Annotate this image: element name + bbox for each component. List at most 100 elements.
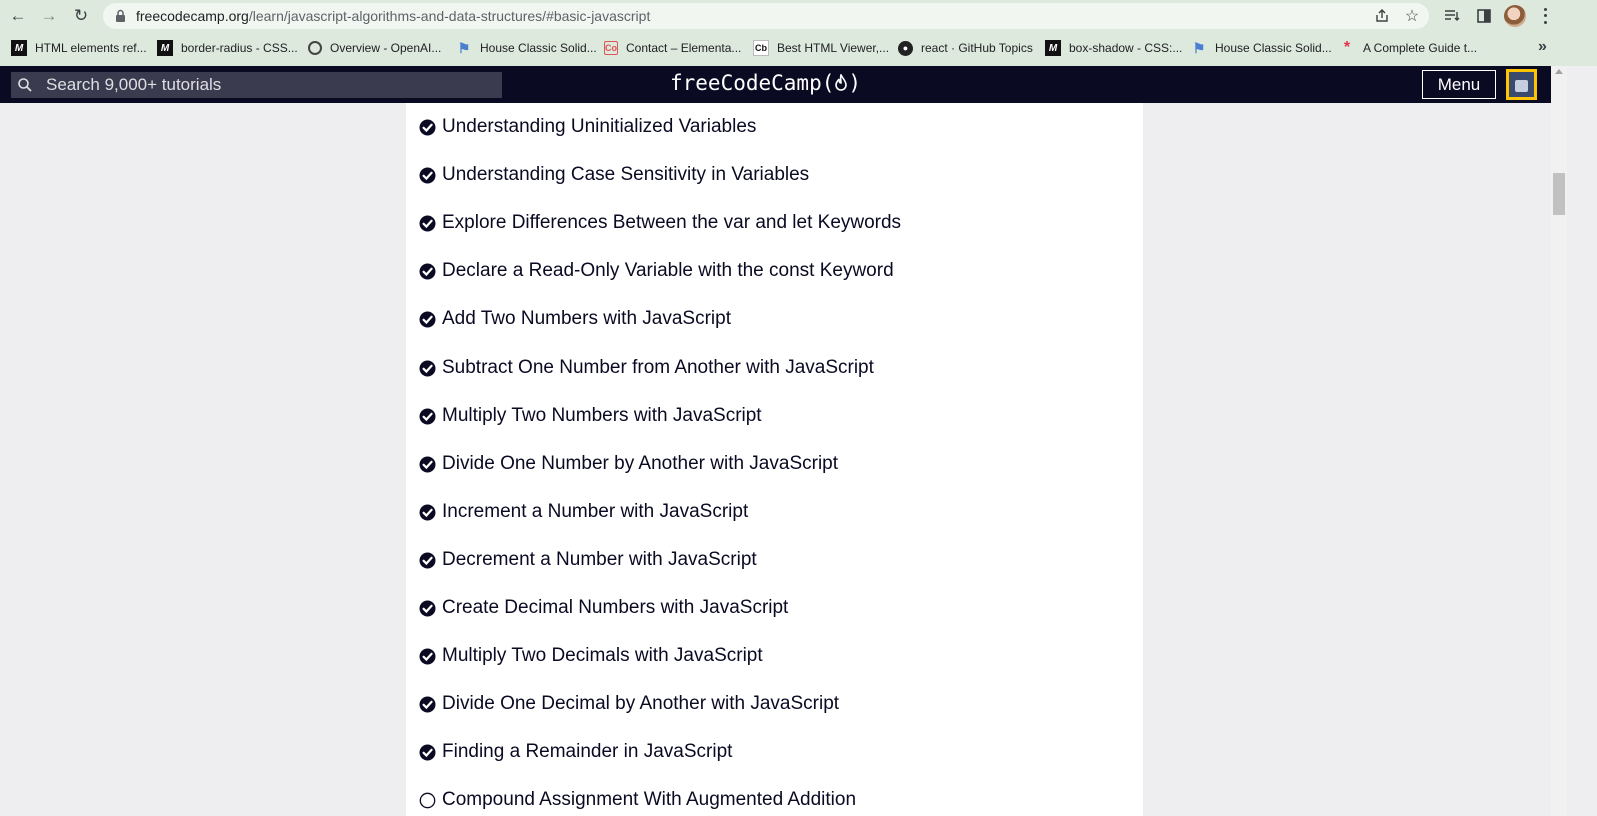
lesson-item[interactable]: Add Two Numbers with JavaScript [419, 304, 731, 334]
search-bar[interactable] [11, 72, 502, 98]
share-icon[interactable] [1373, 7, 1391, 25]
lesson-item[interactable]: Multiply Two Decimals with JavaScript [419, 641, 763, 671]
bookmark-label: House Classic Solid... [480, 41, 597, 55]
bookmark-label: box-shadow - CSS:... [1069, 41, 1183, 55]
bookmark-item[interactable]: ● react · GitHub Topics [898, 38, 1033, 58]
address-bar[interactable]: freecodecamp.org/learn/javascript-algori… [103, 3, 1429, 29]
bookmark-label: Contact – Elementa... [626, 41, 742, 55]
page-scrollbar[interactable] [1551, 66, 1567, 816]
github-icon: ● [898, 40, 913, 56]
check-circle-icon [419, 648, 436, 664]
avatar-image [1509, 72, 1534, 97]
bookmark-label: react · GitHub Topics [921, 41, 1033, 55]
lesson-item[interactable]: Divide One Decimal by Another with JavaS… [419, 689, 839, 719]
lesson-title: Understanding Case Sensitivity in Variab… [442, 164, 810, 185]
lesson-item[interactable]: Create Decimal Numbers with JavaScript [419, 593, 788, 623]
lesson-item[interactable]: Understanding Case Sensitivity in Variab… [419, 160, 809, 190]
lesson-item[interactable]: Finding a Remainder in JavaScript [419, 737, 732, 767]
lesson-title: Create Decimal Numbers with JavaScript [442, 597, 789, 618]
lesson-title: Decrement a Number with JavaScript [442, 549, 757, 570]
lesson-item[interactable]: Compound Assignment With Augmented Addit… [419, 785, 856, 815]
check-circle-icon [419, 600, 436, 616]
fcc-logo[interactable]: freeCodeCamp() [670, 71, 861, 95]
openai-icon [308, 41, 322, 55]
bookmarks-bar: M HTML elements ref... Mborder-radius - C… [0, 34, 1597, 64]
mdn-icon: M [1045, 40, 1061, 56]
lesson-title: Explore Differences Between the var and … [442, 212, 902, 233]
fcc-navbar: freeCodeCamp() Menu [0, 66, 1551, 103]
lesson-item[interactable]: Multiply Two Numbers with JavaScript [419, 401, 762, 431]
lesson-title: Finding a Remainder in JavaScript [442, 741, 733, 762]
search-input[interactable] [46, 72, 496, 98]
check-circle-icon [419, 311, 436, 327]
elementor-icon: Co [604, 41, 618, 55]
lesson-title: Divide One Decimal by Another with JavaS… [442, 693, 840, 714]
bookmark-item[interactable]: M HTML elements ref... [11, 38, 147, 58]
reload-icon[interactable]: ↻ [69, 4, 93, 28]
check-circle-icon [419, 744, 436, 760]
reading-list-icon[interactable] [1441, 5, 1463, 27]
check-circle-icon [419, 552, 436, 568]
lesson-title: Add Two Numbers with JavaScript [442, 308, 731, 329]
bookmark-item[interactable]: * A Complete Guide t... [1339, 38, 1477, 58]
lesson-title: Compound Assignment With Augmented Addit… [442, 789, 857, 810]
bookmarks-overflow-icon[interactable]: » [1538, 38, 1547, 56]
lesson-item[interactable]: Understanding Uninitialized Variables [419, 112, 756, 142]
bookmark-item[interactable]: Mbox-shadow - CSS:... [1045, 38, 1182, 58]
bookmark-label: HTML elements ref... [35, 41, 147, 55]
user-avatar[interactable] [1506, 69, 1537, 100]
lesson-item[interactable]: Explore Differences Between the var and … [419, 208, 901, 238]
bookmark-item[interactable]: Overview - OpenAI... [308, 38, 441, 58]
check-circle-icon [419, 504, 436, 520]
mdn-icon: M [11, 40, 27, 56]
lesson-title: Declare a Read-Only Variable with the co… [442, 260, 894, 281]
lesson-panel: Understanding Uninitialized Variables Und… [406, 103, 1143, 816]
lock-icon [116, 9, 125, 22]
bookmark-star-icon[interactable]: ☆ [1403, 7, 1421, 25]
lesson-item[interactable]: Declare a Read-Only Variable with the co… [419, 256, 894, 286]
bookmark-label: A Complete Guide t... [1363, 41, 1478, 55]
url-path: /learn/javascript-algorithms-and-data-st… [248, 8, 651, 24]
check-circle-icon [419, 696, 436, 712]
forward-arrow-icon[interactable]: → [37, 4, 61, 28]
check-circle-icon [419, 263, 436, 279]
bookmark-item[interactable]: Mborder-radius - CSS... [157, 38, 298, 58]
lesson-title: Multiply Two Numbers with JavaScript [442, 405, 762, 426]
check-circle-icon [419, 215, 436, 231]
bookmark-item[interactable]: ⚑ House Classic Solid... [1191, 38, 1332, 58]
profile-avatar[interactable] [1504, 5, 1526, 27]
more-options-icon[interactable] [1537, 6, 1553, 26]
empty-circle-icon [419, 792, 436, 808]
bookmark-item[interactable]: Cb Best HTML Viewer,... [753, 38, 889, 58]
codebeautify-icon: Cb [753, 40, 769, 56]
bookmark-label: House Classic Solid... [1215, 41, 1332, 55]
side-panel-icon[interactable] [1473, 5, 1495, 27]
flame-icon [835, 72, 848, 91]
lesson-title: Divide One Number by Another with JavaSc… [442, 453, 839, 474]
scroll-thumb[interactable] [1553, 173, 1565, 215]
mdn-icon: M [157, 40, 173, 56]
lesson-item[interactable]: Increment a Number with JavaScript [419, 497, 748, 527]
flag-icon: ⚑ [457, 39, 471, 56]
bookmark-item[interactable]: ⚑ House Classic Solid... [456, 38, 597, 58]
bookmark-label: border-radius - CSS... [181, 41, 298, 55]
menu-button[interactable]: Menu [1422, 70, 1496, 99]
back-arrow-icon[interactable]: ← [6, 4, 30, 28]
lesson-title: Increment a Number with JavaScript [442, 501, 749, 522]
lesson-item[interactable]: Subtract One Number from Another with Ja… [419, 353, 874, 383]
logo-close: ) [848, 71, 862, 95]
check-circle-icon [419, 408, 436, 424]
check-circle-icon [419, 456, 436, 472]
scroll-up-arrow-icon[interactable] [1555, 69, 1563, 74]
lesson-item[interactable]: Divide One Number by Another with JavaSc… [419, 449, 838, 479]
check-circle-icon [419, 119, 436, 135]
check-circle-icon [419, 360, 436, 376]
bookmark-item[interactable]: Co Contact – Elementa... [604, 38, 741, 58]
flag-icon: ⚑ [1192, 39, 1206, 56]
logo-text: freeCodeCamp( [670, 71, 835, 95]
bookmark-label: Overview - OpenAI... [330, 41, 442, 55]
url-text[interactable]: freecodecamp.org/learn/javascript-algori… [136, 8, 650, 24]
lesson-item[interactable]: Decrement a Number with JavaScript [419, 545, 757, 575]
check-circle-icon [419, 167, 436, 183]
url-host: freecodecamp.org [136, 8, 249, 24]
